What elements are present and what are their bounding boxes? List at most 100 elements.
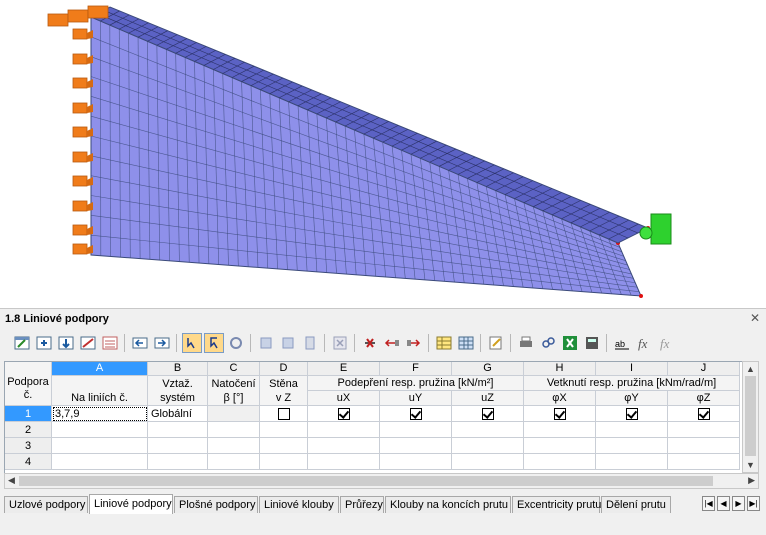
- filter-icon[interactable]: [278, 333, 298, 353]
- table-cell-phz[interactable]: [668, 454, 740, 470]
- table-cell-phz[interactable]: [668, 406, 740, 422]
- table-cell-rotation[interactable]: [208, 454, 260, 470]
- table-cell-system[interactable]: [148, 454, 208, 470]
- view-icon[interactable]: [100, 333, 120, 353]
- row-header-1[interactable]: 1: [5, 406, 52, 422]
- next-table-icon[interactable]: [152, 333, 172, 353]
- column-letter-G[interactable]: G: [452, 362, 524, 376]
- tab-1[interactable]: Uzlové podpory: [4, 496, 88, 513]
- table-cell-uz[interactable]: [452, 422, 524, 438]
- tab-6[interactable]: Klouby na koncích prutu: [385, 496, 511, 513]
- table-cell-uz[interactable]: [452, 406, 524, 422]
- table-cell-uz[interactable]: [452, 438, 524, 454]
- scroll-right-icon[interactable]: ▶: [748, 475, 755, 486]
- column-settings-icon[interactable]: [434, 333, 454, 353]
- table-cell-uy[interactable]: [380, 406, 452, 422]
- last-tab-icon[interactable]: ▶|: [747, 496, 760, 511]
- tab-8[interactable]: Dělení prutu: [601, 496, 671, 513]
- prev-tab-icon[interactable]: ◀: [717, 496, 730, 511]
- checkbox-uy[interactable]: [410, 408, 422, 420]
- column-letter-C[interactable]: C: [208, 362, 260, 376]
- checkbox-ux[interactable]: [338, 408, 350, 420]
- column-letter-D[interactable]: D: [260, 362, 308, 376]
- table-cell-phz[interactable]: [668, 422, 740, 438]
- table-cell-uy[interactable]: [380, 438, 452, 454]
- hscroll-thumb[interactable]: [19, 476, 713, 486]
- column-letter-I[interactable]: I: [596, 362, 668, 376]
- table-cell-phy[interactable]: [596, 438, 668, 454]
- checkbox-uz[interactable]: [482, 408, 494, 420]
- graphics-icon[interactable]: [300, 333, 320, 353]
- table-cell-uy[interactable]: [380, 422, 452, 438]
- jump-to-icon[interactable]: [256, 333, 276, 353]
- next-tab-icon[interactable]: ▶: [732, 496, 745, 511]
- tab-7[interactable]: Excentricity prutu: [512, 496, 600, 513]
- table-cell-system[interactable]: [148, 438, 208, 454]
- delete-row-icon[interactable]: [56, 333, 76, 353]
- table-cell-system[interactable]: Globální: [148, 406, 208, 422]
- table-cell-wall[interactable]: [260, 438, 308, 454]
- table-cell-phx[interactable]: [524, 406, 596, 422]
- text-ab-icon[interactable]: ab: [612, 333, 632, 353]
- function-icon[interactable]: fx: [634, 333, 654, 353]
- calculator-icon[interactable]: [582, 333, 602, 353]
- checkbox-wall[interactable]: [278, 408, 290, 420]
- print-icon[interactable]: [516, 333, 536, 353]
- delete-function-icon[interactable]: fx: [656, 333, 676, 353]
- tab-4[interactable]: Liniové klouby: [259, 496, 339, 513]
- table-edit-icon[interactable]: [12, 333, 32, 353]
- table-cell-lines[interactable]: [52, 438, 148, 454]
- scroll-left-icon[interactable]: ◀: [8, 475, 15, 486]
- edit-icon[interactable]: [486, 333, 506, 353]
- column-letter-H[interactable]: H: [524, 362, 596, 376]
- table-cell-ux[interactable]: [308, 438, 380, 454]
- table-cell-wall[interactable]: [260, 406, 308, 422]
- select-multiple-icon[interactable]: [204, 333, 224, 353]
- first-tab-icon[interactable]: |◀: [702, 496, 715, 511]
- clear-table-icon[interactable]: [78, 333, 98, 353]
- scroll-down-icon[interactable]: ▼: [746, 460, 755, 470]
- column-letter-E[interactable]: E: [308, 362, 380, 376]
- column-letter-A[interactable]: A: [52, 362, 148, 376]
- table-cell-wall[interactable]: [260, 454, 308, 470]
- checkbox-phx[interactable]: [554, 408, 566, 420]
- table-cell-uz[interactable]: [452, 454, 524, 470]
- table-cell-ux[interactable]: [308, 406, 380, 422]
- table-settings-icon[interactable]: [404, 333, 424, 353]
- row-header-4[interactable]: 4: [5, 454, 52, 470]
- scroll-up-icon[interactable]: ▲: [746, 364, 755, 374]
- delete-icon[interactable]: [330, 333, 350, 353]
- table-cell-wall[interactable]: [260, 422, 308, 438]
- excel-icon[interactable]: [560, 333, 580, 353]
- horizontal-scrollbar[interactable]: ◀ ▶: [4, 473, 759, 489]
- table-cell-ux[interactable]: [308, 422, 380, 438]
- model-viewport[interactable]: [0, 0, 766, 305]
- table-cell-phx[interactable]: [524, 422, 596, 438]
- column-letter-F[interactable]: F: [380, 362, 452, 376]
- row-header-2[interactable]: 2: [5, 422, 52, 438]
- row-header-3[interactable]: 3: [5, 438, 52, 454]
- table-view-icon[interactable]: [456, 333, 476, 353]
- table-cell-uy[interactable]: [380, 454, 452, 470]
- insert-row-icon[interactable]: [34, 333, 54, 353]
- scroll-thumb[interactable]: [745, 376, 756, 456]
- table-cell-phy[interactable]: [596, 454, 668, 470]
- table-cell-rotation[interactable]: [208, 406, 260, 422]
- import-icon[interactable]: [360, 333, 380, 353]
- table-cell-lines[interactable]: [52, 422, 148, 438]
- previous-table-icon[interactable]: [130, 333, 150, 353]
- column-letter-B[interactable]: B: [148, 362, 208, 376]
- tab-5[interactable]: Průřezy: [340, 496, 384, 513]
- table-cell-lines[interactable]: [52, 454, 148, 470]
- close-icon[interactable]: ✕: [750, 311, 760, 325]
- checkbox-phy[interactable]: [626, 408, 638, 420]
- checkbox-phz[interactable]: [698, 408, 710, 420]
- table-cell-phy[interactable]: [596, 422, 668, 438]
- table-cell-phy[interactable]: [596, 406, 668, 422]
- table-cell-ux[interactable]: [308, 454, 380, 470]
- table-cell-rotation[interactable]: [208, 438, 260, 454]
- export-icon[interactable]: [382, 333, 402, 353]
- tab-3[interactable]: Plošné podpory: [174, 496, 258, 513]
- table-cell-phx[interactable]: [524, 438, 596, 454]
- column-letter-J[interactable]: J: [668, 362, 740, 376]
